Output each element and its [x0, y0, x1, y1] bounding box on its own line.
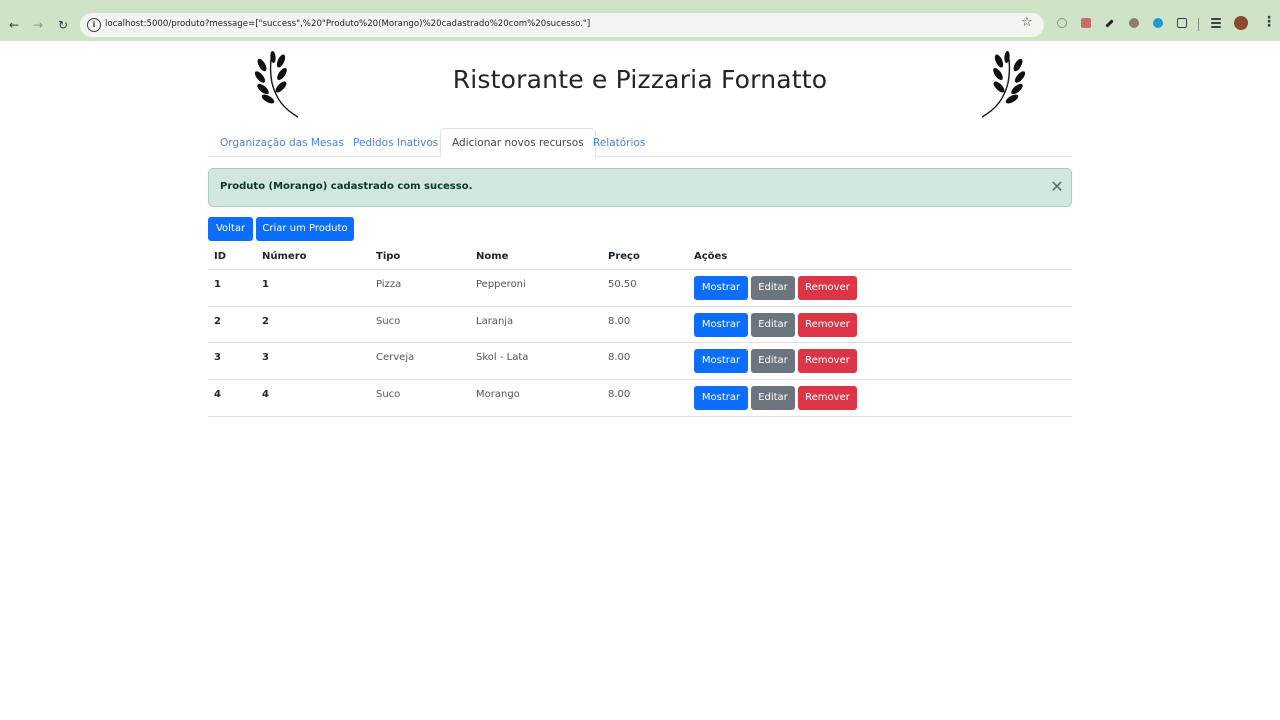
cell-numero: 2 [262, 315, 269, 327]
edit-button[interactable]: Editar [751, 276, 795, 300]
table-row: 3 3 Cerveja Skol - Lata 8.00 Mostrar Edi… [208, 343, 1072, 381]
edit-button[interactable]: Editar [751, 349, 795, 374]
column-header-numero: Número [262, 251, 307, 262]
cell-id: 3 [214, 352, 221, 364]
column-header-nome: Nome [476, 251, 509, 262]
browser-toolbar: ← → ↻ i localhost:5000/produto?message=[… [0, 0, 1280, 41]
nav-tabs: Organização das Mesas Pedidos Inativos A… [208, 127, 1072, 158]
url-text[interactable]: localhost:5000/produto?message=["success… [105, 19, 590, 29]
show-button[interactable]: Mostrar [694, 386, 748, 411]
extension-icon[interactable] [1057, 18, 1067, 28]
address-bar[interactable]: i localhost:5000/produto?message=["succe… [80, 13, 1044, 37]
cell-id: 4 [214, 389, 221, 401]
reload-icon[interactable]: ↻ [55, 17, 71, 33]
products-table: ID Número Tipo Nome Preço Ações 1 1 Pizz… [208, 246, 1072, 417]
table-row: 1 1 Pizza Pepperoni 50.50 Mostrar Editar… [208, 270, 1072, 307]
create-product-button[interactable]: Criar um Produto [256, 217, 354, 241]
remove-button[interactable]: Remover [798, 312, 857, 337]
site-header: Ristorante e Pizzaria Fornatto [208, 41, 1072, 127]
pen-extension-icon[interactable] [1105, 19, 1114, 28]
cell-numero: 1 [262, 279, 269, 290]
toolbar-divider [1198, 18, 1199, 31]
column-header-acoes: Ações [694, 251, 728, 262]
edit-button[interactable]: Editar [751, 386, 795, 411]
show-button[interactable]: Mostrar [694, 349, 748, 374]
cell-numero: 4 [262, 389, 269, 401]
back-button[interactable]: Voltar [208, 217, 253, 241]
forward-arrow-icon[interactable]: → [30, 17, 46, 33]
table-header: ID Número Tipo Nome Preço Ações [208, 246, 1072, 270]
profile-avatar[interactable] [1234, 16, 1248, 30]
cell-preco: 8.00 [608, 352, 631, 364]
extension-icon[interactable] [1081, 18, 1091, 28]
table-row: 4 4 Suco Morango 8.00 Mostrar Editar Rem… [208, 380, 1072, 417]
cell-numero: 3 [262, 352, 269, 364]
column-header-tipo: Tipo [376, 251, 401, 262]
cell-preco: 8.00 [608, 315, 631, 327]
cell-nome: Skol - Lata [476, 352, 529, 364]
cell-tipo: Suco [376, 389, 401, 401]
bookmark-star-icon[interactable]: ☆ [1021, 15, 1033, 30]
cell-preco: 8.00 [608, 389, 631, 401]
wheat-logo-icon [981, 51, 1026, 118]
cell-tipo: Suco [376, 315, 401, 327]
cell-nome: Laranja [476, 315, 514, 327]
tab-relatorios[interactable]: Relatórios [581, 128, 657, 157]
cell-nome: Morango [476, 389, 520, 401]
puzzle-extensions-icon[interactable] [1177, 18, 1187, 28]
success-alert: Produto (Morango) cadastrado com sucesso… [208, 168, 1072, 207]
column-header-id: ID [214, 251, 227, 262]
extension-icon[interactable] [1153, 18, 1163, 28]
back-arrow-icon[interactable]: ← [6, 17, 22, 33]
alert-message: Produto (Morango) cadastrado com sucesso… [220, 181, 473, 192]
browser-menu-icon[interactable]: ⋮ [1262, 14, 1276, 30]
cell-tipo: Pizza [376, 279, 402, 290]
remove-button[interactable]: Remover [798, 276, 857, 300]
cell-id: 2 [214, 315, 221, 327]
site-info-icon[interactable]: i [87, 18, 101, 32]
table-row: 2 2 Suco Laranja 8.00 Mostrar Editar Rem… [208, 307, 1072, 344]
cell-id: 1 [214, 279, 221, 290]
edit-button[interactable]: Editar [751, 312, 795, 337]
remove-button[interactable]: Remover [798, 349, 857, 374]
show-button[interactable]: Mostrar [694, 312, 748, 337]
close-icon[interactable]: ✕ [1049, 178, 1065, 196]
tab-pedidos-inativos[interactable]: Pedidos Inativos [341, 128, 450, 157]
column-header-preco: Preço [608, 251, 640, 262]
cell-tipo: Cerveja [376, 352, 415, 364]
reading-list-icon[interactable] [1211, 22, 1221, 24]
page-title: Ristorante e Pizzaria Fornatto [452, 65, 828, 94]
cell-preco: 50.50 [608, 279, 637, 290]
cell-nome: Pepperoni [476, 279, 526, 290]
show-button[interactable]: Mostrar [694, 276, 748, 300]
tab-organizacao-mesas[interactable]: Organização das Mesas [208, 128, 356, 157]
bug-extension-icon[interactable] [1129, 18, 1139, 28]
tab-adicionar-recursos[interactable]: Adicionar novos recursos [440, 128, 596, 158]
remove-button[interactable]: Remover [798, 386, 857, 411]
page-container: Ristorante e Pizzaria Fornatto Organizaç… [208, 41, 1072, 417]
